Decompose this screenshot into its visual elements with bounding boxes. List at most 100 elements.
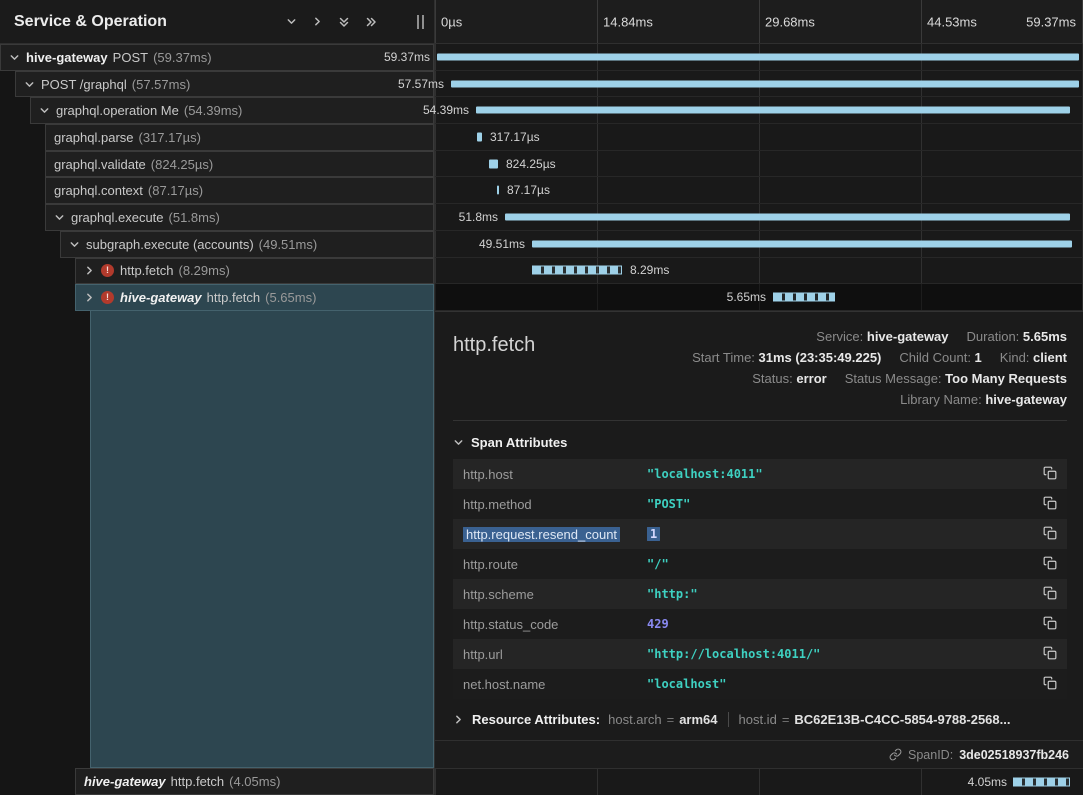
timeline-row[interactable]: 54.39ms xyxy=(435,97,1082,124)
operation-name: graphql.context xyxy=(54,183,143,198)
tree-row[interactable]: http.fetch(8.29ms) xyxy=(75,258,434,285)
timeline-row[interactable]: 5.65ms xyxy=(435,284,1082,311)
bar-duration-label: 5.65ms xyxy=(727,290,766,304)
panel-resize-handle[interactable] xyxy=(417,15,424,29)
span-duration-bar[interactable] xyxy=(532,266,622,275)
timeline-rows: 59.37ms57.57ms54.39ms317.17µs 824.25µs 87.… xyxy=(435,44,1083,311)
span-duration-bar[interactable] xyxy=(505,213,1070,220)
attribute-row[interactable]: http.host"localhost:4011" xyxy=(453,459,1067,489)
expand-all-icon[interactable] xyxy=(338,16,350,28)
span-duration-bar[interactable] xyxy=(477,132,482,141)
chevron-right-icon xyxy=(453,714,464,725)
duration-label: (317.17µs) xyxy=(139,130,201,145)
chevron-down-icon[interactable] xyxy=(24,79,35,90)
timeline-row[interactable]: 8.29ms xyxy=(435,258,1082,285)
tree-row[interactable]: subgraph.execute (accounts)(49.51ms) xyxy=(60,231,434,258)
meta-key: Service: xyxy=(816,329,867,344)
chevron-down-icon[interactable] xyxy=(69,239,80,250)
link-icon[interactable] xyxy=(889,748,902,761)
bar-duration-label: 824.25µs xyxy=(506,157,556,171)
attribute-row[interactable]: http.scheme"http:" xyxy=(453,579,1067,609)
meta-key: Kind: xyxy=(1000,350,1033,365)
tree-row[interactable]: hive-gatewayPOST(59.37ms) xyxy=(0,44,434,71)
attribute-row[interactable]: http.url"http://localhost:4011/" xyxy=(453,639,1067,669)
timeline-row[interactable]: 51.8ms xyxy=(435,204,1082,231)
span-duration-bar[interactable] xyxy=(773,293,835,302)
attribute-value: "http:" xyxy=(647,587,1041,601)
operation-name: graphql.operation Me xyxy=(56,103,179,118)
bar-duration-label: 49.51ms xyxy=(479,237,525,251)
ruler-tick-label: 59.37ms xyxy=(1026,14,1076,29)
copy-button[interactable] xyxy=(1041,494,1059,515)
tree-row[interactable]: hive-gatewayhttp.fetch(4.05ms) xyxy=(75,768,434,795)
ruler-tick-label: 14.84ms xyxy=(603,14,653,29)
tree-row[interactable]: hive-gatewayhttp.fetch(5.65ms) xyxy=(75,284,434,311)
header-icons xyxy=(286,16,377,28)
span-attributes-toggle[interactable]: Span Attributes xyxy=(453,435,1067,450)
resource-attributes-toggle[interactable]: Resource Attributes: host.arch=arm64host… xyxy=(453,712,1067,727)
error-icon xyxy=(101,264,114,277)
attribute-key: http.status_code xyxy=(463,617,647,632)
meta-key: Status Message: xyxy=(845,371,945,386)
tree-row[interactable]: graphql.execute(51.8ms) xyxy=(45,204,434,231)
chevron-down-icon[interactable] xyxy=(39,105,50,116)
chevron-down-icon[interactable] xyxy=(286,16,297,28)
attribute-row[interactable]: http.route"/" xyxy=(453,549,1067,579)
chevron-right-icon[interactable] xyxy=(84,265,95,276)
timeline-row[interactable]: 59.37ms xyxy=(435,44,1082,71)
copy-button[interactable] xyxy=(1041,644,1059,665)
span-attributes-heading: Span Attributes xyxy=(471,435,567,450)
span-duration-bar[interactable] xyxy=(451,80,1079,87)
bar-duration-label: 87.17µs xyxy=(507,183,550,197)
chevron-down-icon[interactable] xyxy=(54,212,65,223)
attribute-row[interactable]: http.request.resend_count1 xyxy=(453,519,1067,549)
span-duration-bar[interactable] xyxy=(1013,777,1070,786)
operation-name: subgraph.execute (accounts) xyxy=(86,237,254,252)
operation-name: graphql.validate xyxy=(54,157,146,172)
meta-pair: Status Message: Too Many Requests xyxy=(845,371,1067,386)
timeline-row[interactable]: 87.17µs xyxy=(435,177,1082,204)
duration-label: (87.17µs) xyxy=(148,183,203,198)
span-duration-bar[interactable] xyxy=(437,53,1079,60)
copy-button[interactable] xyxy=(1041,464,1059,485)
timeline-row[interactable]: 824.25µs xyxy=(435,151,1082,178)
attribute-row[interactable]: net.host.name"localhost" xyxy=(453,669,1067,699)
span-tree: hive-gatewayPOST(59.37ms)POST /graphql(5… xyxy=(0,44,435,795)
tree-row[interactable]: graphql.operation Me(54.39ms) xyxy=(30,97,434,124)
tree-row[interactable]: graphql.validate(824.25µs) xyxy=(45,151,434,178)
copy-button[interactable] xyxy=(1041,614,1059,635)
selected-span-expansion-area xyxy=(90,311,434,768)
copy-button[interactable] xyxy=(1041,584,1059,605)
attribute-row[interactable]: http.status_code429 xyxy=(453,609,1067,639)
chevron-down-icon[interactable] xyxy=(9,52,20,63)
chevron-right-icon[interactable] xyxy=(84,292,95,303)
copy-button[interactable] xyxy=(1041,554,1059,575)
attribute-value: "/" xyxy=(647,557,1041,571)
attribute-row[interactable]: http.method"POST" xyxy=(453,489,1067,519)
timeline-row[interactable]: 49.51ms xyxy=(435,231,1082,258)
copy-button[interactable] xyxy=(1041,524,1059,545)
tree-row[interactable]: graphql.context (87.17µs) xyxy=(45,177,434,204)
collapse-all-icon[interactable] xyxy=(365,16,377,28)
span-duration-bar[interactable] xyxy=(497,186,499,195)
span-duration-bar[interactable] xyxy=(532,240,1072,247)
meta-key: Child Count: xyxy=(899,350,974,365)
operation-name: POST /graphql xyxy=(41,77,127,92)
service-name: hive-gateway xyxy=(120,290,202,305)
copy-button[interactable] xyxy=(1041,674,1059,695)
meta-key: Duration: xyxy=(967,329,1023,344)
timeline-row[interactable]: 57.57ms xyxy=(435,71,1082,98)
resource-value: BC62E13B-C4CC-5854-9788-2568... xyxy=(794,712,1010,727)
attribute-key: http.request.resend_count xyxy=(463,527,647,542)
span-duration-bar[interactable] xyxy=(489,159,498,168)
meta-value: Too Many Requests xyxy=(945,371,1067,386)
span-meta: Service: hive-gatewayDuration: 5.65msSta… xyxy=(692,326,1067,410)
timeline-row[interactable]: 4.05ms xyxy=(435,769,1083,795)
copy-icon xyxy=(1043,556,1057,573)
equals-sign: = xyxy=(782,712,790,727)
span-duration-bar[interactable] xyxy=(476,107,1070,114)
timeline-row[interactable]: 317.17µs xyxy=(435,124,1082,151)
tree-row[interactable]: POST /graphql(57.57ms) xyxy=(15,71,434,98)
chevron-right-icon[interactable] xyxy=(312,16,323,28)
tree-row[interactable]: graphql.parse(317.17µs) xyxy=(45,124,434,151)
